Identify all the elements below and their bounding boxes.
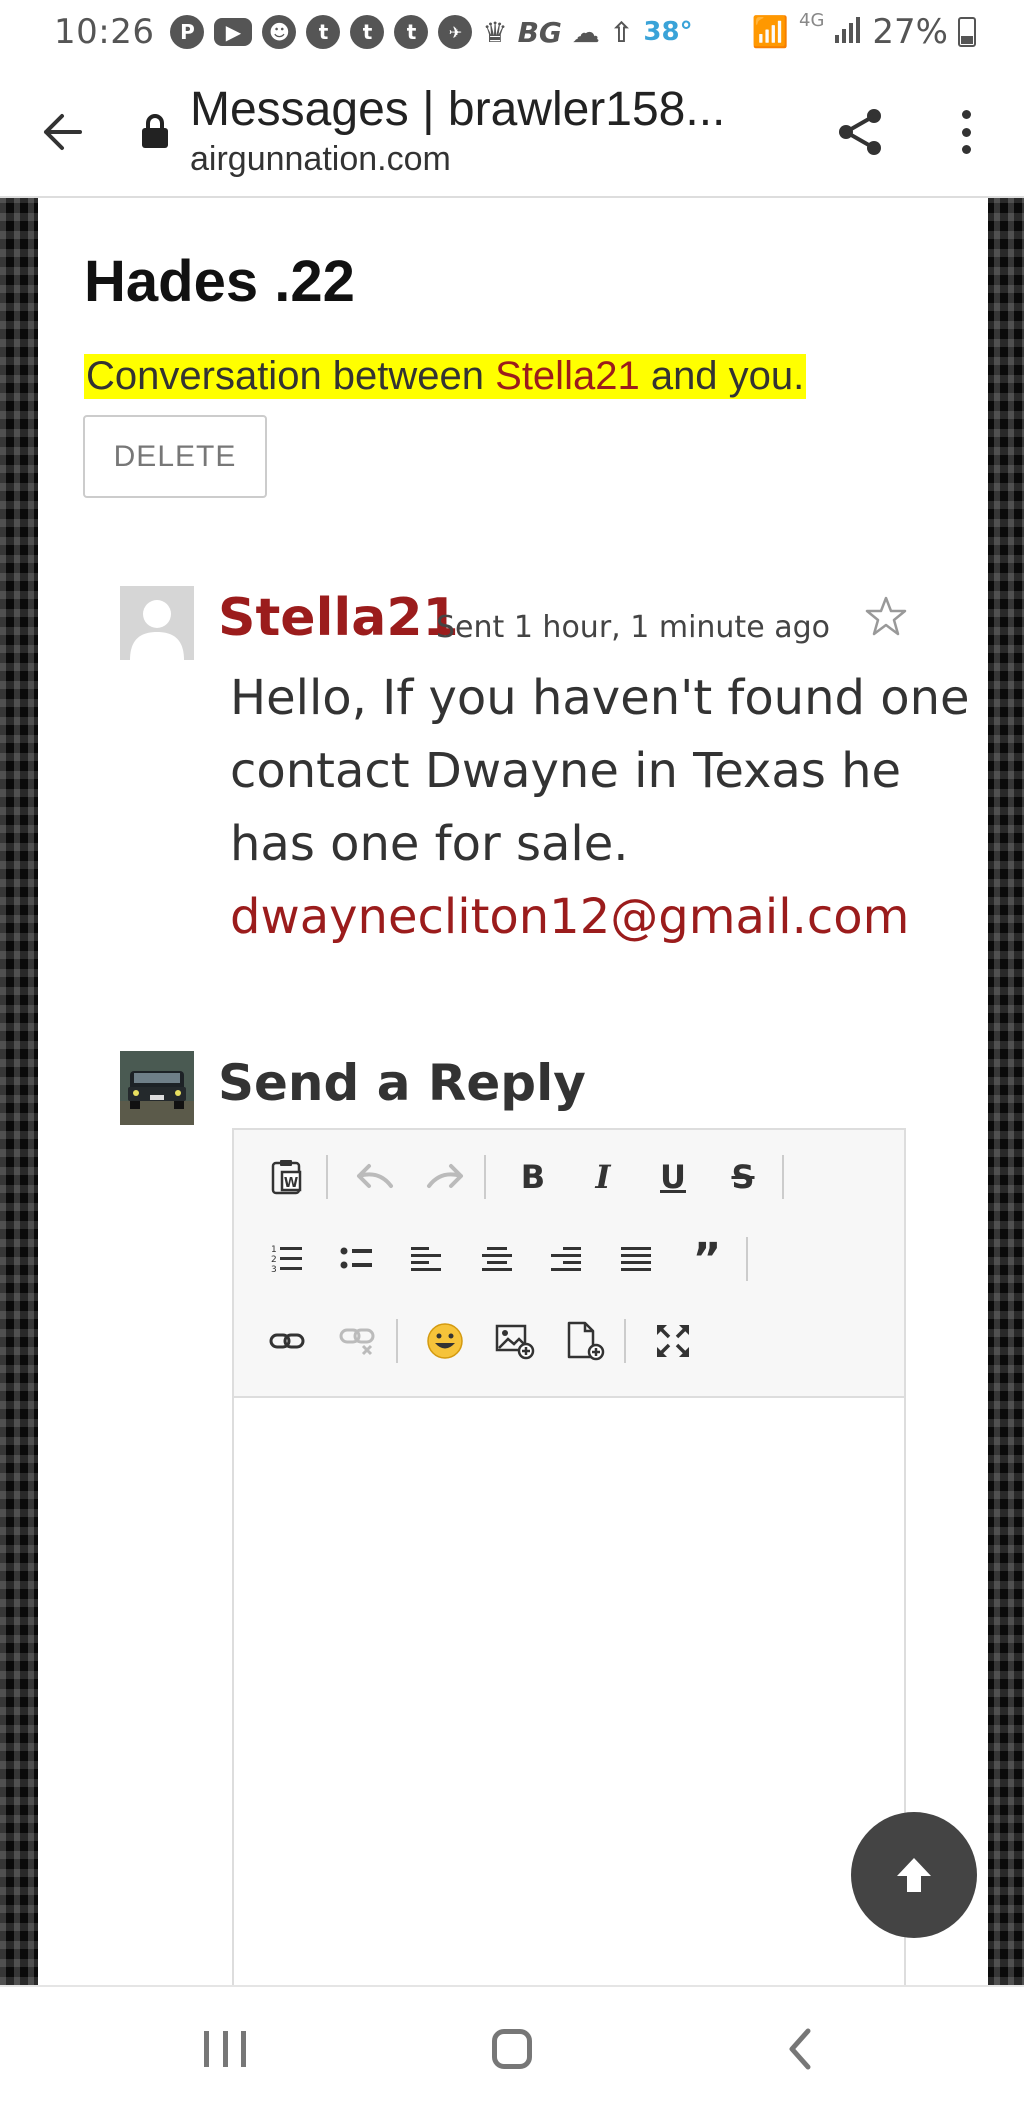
user-avatar[interactable] [120,1051,194,1125]
message-body: Hello, If you haven't found one contact … [230,662,970,954]
toolbar-separator [326,1155,328,1199]
italic-icon[interactable]: I [580,1154,626,1200]
default-avatar-icon [120,586,194,660]
recent-apps-button[interactable] [204,2031,246,2067]
overflow-menu-button[interactable] [946,104,986,160]
star-button[interactable] [864,594,908,638]
browser-bar: Messages | brawler158... airgunnation.co… [0,64,1024,198]
battery-percent: 27% [872,12,948,52]
align-right-icon[interactable] [544,1236,590,1282]
link-icon[interactable] [264,1318,310,1364]
recents-bar-icon [222,2031,228,2067]
paste-word-icon[interactable]: W [264,1154,310,1200]
svg-text:W: W [284,1176,298,1191]
toolbar-separator [396,1319,398,1363]
network-type: 4G [799,10,825,31]
tumblr-icon: t [306,15,341,49]
wifi-icon: 📶 [751,14,790,50]
unordered-list-icon[interactable] [334,1236,380,1282]
lock-icon [142,114,168,148]
chevron-left-icon [789,2028,811,2070]
tumblr-icon: t [394,15,429,49]
nfl-icon: ✈ [438,15,473,49]
message-author-link[interactable]: Stella21 [218,588,459,648]
strikethrough-icon[interactable]: S [720,1154,766,1200]
toolbar-separator [624,1319,626,1363]
system-back-button[interactable] [780,2025,820,2073]
dot-icon [961,110,971,119]
arrow-left-icon [44,114,82,150]
status-bar: 10:26 P ▶ ☻ t t t ✈ ♛ BG ☁ ⇧ 38° 📶 4G 27… [0,0,1024,64]
dot-icon [961,127,971,137]
youtube-icon: ▶ [214,18,253,46]
ordered-list-icon[interactable]: 123 [264,1236,310,1282]
align-justify-icon[interactable] [614,1236,660,1282]
status-right: 📶 4G 27% [752,0,976,64]
tumblr-icon: t [350,15,385,49]
blockquote-icon[interactable]: ” [684,1234,730,1285]
conversation-participants: Conversation between Stella21 and you. [84,354,807,399]
dot-icon [961,145,971,154]
status-time: 10:26 [54,12,155,52]
notification-icons: P ▶ ☻ t t t ✈ ♛ BG ☁ ⇧ 38° [170,15,693,49]
page-domain[interactable]: airgunnation.com [190,140,451,179]
message-panel: Hades .22 Conversation between Stella21 … [38,198,988,1985]
insert-file-icon[interactable] [562,1318,608,1364]
bold-icon[interactable]: B [510,1154,556,1200]
toolbar-separator [782,1155,784,1199]
temperature: 38° [643,17,693,47]
email-link[interactable]: dwaynecliton12@gmail.com [230,881,970,954]
toolbar-separator [746,1237,748,1281]
toolbar-separator [484,1155,486,1199]
trophy-icon: ♛ [482,15,508,49]
svg-text:1: 1 [271,1245,277,1255]
upload-icon: ⇧ [609,15,634,49]
fullscreen-icon[interactable] [650,1318,696,1364]
message-timestamp: Sent 1 hour, 1 minute ago [436,610,830,645]
editor-toolbar: W B I U S 123 ” [234,1130,904,1398]
reply-textarea[interactable] [234,1398,904,1985]
toolbar-row: W B I U S [264,1152,808,1202]
back-button[interactable] [34,104,90,160]
svg-text:3: 3 [271,1265,277,1275]
arrow-up-icon [897,1858,931,1892]
message-text: Hello, If you haven't found one contact … [230,670,970,872]
svg-text:2: 2 [271,1255,277,1265]
share-icon [839,109,881,155]
avatar[interactable] [120,586,194,660]
recents-bar-icon [204,2031,209,2067]
reply-title: Send a Reply [218,1054,586,1112]
cloud-icon: ☁ [571,15,600,49]
bg-text-icon: BG [517,15,562,49]
participants-prefix: Conversation between [86,354,496,398]
reply-editor: W B I U S 123 ” [232,1128,906,1985]
conversation-title: Hades .22 [84,249,355,314]
toolbar-row [264,1316,720,1366]
battery-icon [958,17,976,47]
truck-photo-icon [120,1051,194,1125]
reddit-icon: ☻ [262,15,297,49]
participant-link[interactable]: Stella21 [495,354,640,398]
home-button[interactable] [492,2029,532,2069]
unlink-icon[interactable] [334,1318,380,1364]
insert-image-icon[interactable] [492,1318,538,1364]
align-left-icon[interactable] [404,1236,450,1282]
scroll-to-top-button[interactable] [851,1812,977,1938]
toolbar-row: 123 ” [264,1234,772,1285]
signal-icon [834,12,862,52]
recents-bar-icon [241,2031,246,2067]
participants-suffix: and you. [639,354,805,398]
share-button[interactable] [832,104,888,160]
undo-icon[interactable] [352,1154,398,1200]
emoji-icon[interactable] [422,1318,468,1364]
underline-icon[interactable]: U [650,1154,696,1200]
pinterest-icon: P [170,15,205,49]
align-center-icon[interactable] [474,1236,520,1282]
page-title[interactable]: Messages | brawler158... [190,82,725,137]
redo-icon[interactable] [422,1154,468,1200]
delete-button[interactable]: DELETE [83,415,267,498]
star-icon [865,596,907,636]
android-nav-bar [0,1985,1024,2104]
